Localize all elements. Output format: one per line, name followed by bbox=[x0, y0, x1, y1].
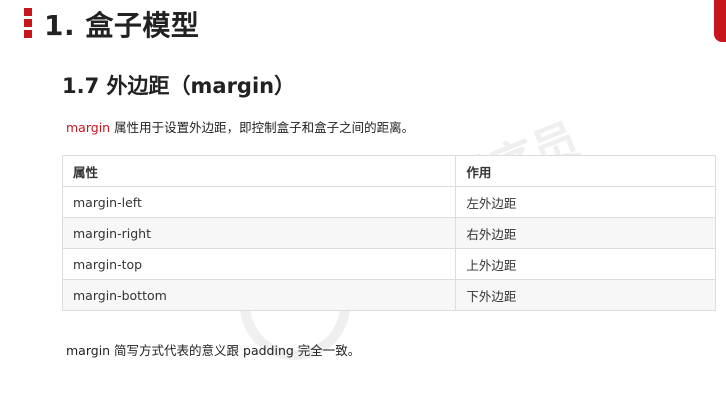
header-function: 作用 bbox=[455, 155, 716, 187]
cell-function: 右外边距 bbox=[455, 217, 716, 249]
intro-text: margin 属性用于设置外边距，即控制盒子和盒子之间的距离。 bbox=[66, 117, 414, 136]
table-row: margin-left 左外边距 bbox=[61, 186, 716, 218]
property-table: 属性 作用 margin-left 左外边距 margin-right 右外边距… bbox=[61, 155, 716, 311]
cell-property: margin-top bbox=[61, 248, 457, 280]
cell-function: 左外边距 bbox=[455, 186, 716, 218]
cell-function: 下外边距 bbox=[455, 279, 716, 311]
table-row: margin-top 上外边距 bbox=[61, 248, 716, 280]
cell-property: margin-right bbox=[61, 217, 457, 249]
intro-keyword: margin bbox=[66, 120, 111, 135]
table-row: margin-right 右外边距 bbox=[61, 217, 716, 249]
header-property: 属性 bbox=[61, 155, 457, 187]
cell-function: 上外边距 bbox=[455, 248, 716, 280]
section-title: 1.7 外边距（margin） bbox=[62, 74, 296, 98]
intro-description: 属性用于设置外边距，即控制盒子和盒子之间的距离。 bbox=[110, 120, 415, 135]
slide: 1. 盒子模型 1.7 外边距（margin） margin 属性用于设置外边距… bbox=[0, 0, 726, 409]
table-row: margin-bottom 下外边距 bbox=[61, 279, 716, 311]
cell-property: margin-left bbox=[61, 186, 457, 218]
title-marker-icon bbox=[24, 8, 32, 38]
summary-text: margin 简写方式代表的意义跟 padding 完全一致。 bbox=[66, 343, 361, 358]
corner-decoration bbox=[714, 0, 726, 42]
table-header-row: 属性 作用 bbox=[61, 155, 716, 187]
page-title: 1. 盒子模型 bbox=[44, 9, 200, 42]
cell-property: margin-bottom bbox=[61, 279, 457, 311]
